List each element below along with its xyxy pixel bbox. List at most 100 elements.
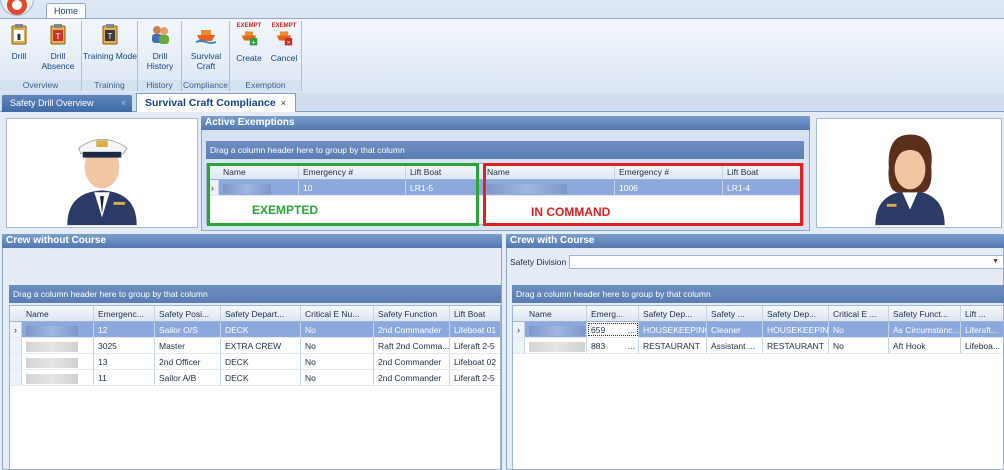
table-row[interactable]: 13 2nd Officer DECK No 2nd Commander Lifeboat… — [10, 354, 500, 370]
svg-text:T: T — [108, 32, 113, 41]
cell-safety-position: Assistant ... — [707, 338, 763, 353]
avatar-panel-left — [6, 118, 198, 228]
ribbon-group-compliance: Survival Craft Compliance — [182, 21, 230, 91]
cell-safety-position: Master — [155, 338, 221, 353]
tab-survival-craft-compliance[interactable]: Survival Craft Compliance × — [136, 93, 296, 112]
training-clipboard-icon: T — [102, 24, 118, 45]
tab-safety-drill-overview[interactable]: Safety Drill Overview × — [2, 95, 132, 112]
cell-safety-function: 2nd Commander — [374, 354, 450, 369]
cell-emergency: 883... — [587, 338, 639, 353]
svg-text:T: T — [56, 32, 61, 41]
in-command-annotation: IN COMMAND — [531, 205, 611, 219]
cell-safety-department: DECK — [221, 354, 301, 369]
cell-name — [22, 354, 94, 369]
captain-avatar-icon — [67, 138, 137, 226]
drill-button[interactable]: ▮ Drill — [4, 23, 34, 61]
col-safety-department[interactable]: Safety Dep... — [639, 306, 707, 321]
cell-safety-department-2: RESTAURANT — [763, 338, 829, 353]
col-lift-boat[interactable]: Lift Boat — [450, 306, 500, 321]
col-safety-position[interactable]: Safety Posi... — [155, 306, 221, 321]
cell-emergency: 12 — [94, 322, 155, 337]
table-row[interactable]: 3025 Master EXTRA CREW No Raft 2nd Comma... L… — [10, 338, 500, 354]
emergency-value: 883 — [591, 341, 606, 351]
col-lift-boat[interactable]: Lift ... — [961, 306, 1003, 321]
training-mode-button[interactable]: T Training Mode — [82, 23, 138, 61]
cell-emergency: 3025 — [94, 338, 155, 353]
cancel-label: Cancel — [270, 53, 298, 63]
redacted-name — [26, 325, 78, 336]
col-safety-position[interactable]: Safety ... — [707, 306, 763, 321]
cell-safety-department: DECK — [221, 322, 301, 337]
col-critical[interactable]: Critical E ... — [829, 306, 889, 321]
drill-absence-clipboard-icon: T — [50, 24, 66, 45]
table-row[interactable]: 883... RESTAURANT Assistant ... RESTAURANT N… — [513, 338, 1003, 354]
group-label-training: Training — [82, 80, 137, 91]
col-name[interactable]: Name — [22, 306, 94, 321]
create-label: Create — [236, 53, 262, 63]
cell-safety-position: 2nd Officer — [155, 354, 221, 369]
cell-critical: No — [301, 370, 374, 385]
cell-lift-boat: Liferaft 2-5 — [454, 373, 495, 383]
col-safety-department-2[interactable]: Safety Dep... — [763, 306, 829, 321]
ribbon-group-training: T Training Mode Training — [82, 21, 138, 91]
redacted-name — [26, 341, 78, 352]
cell-lift-boat: Lifeboat 01 — [454, 325, 497, 335]
chevron-down-icon[interactable]: ▼ — [992, 258, 999, 265]
table-row[interactable]: › 12 Sailor O/S DECK No 2nd Commander Lifeboat… — [10, 322, 500, 338]
cell-safety-position: Cleaner — [707, 322, 763, 337]
col-safety-department[interactable]: Safety Depart... — [221, 306, 301, 321]
cell-safety-department: RESTAURANT — [639, 338, 707, 353]
cell-critical: No — [829, 338, 889, 353]
create-exemption-button[interactable]: EXEMPT + Create — [234, 23, 264, 63]
col-emergency[interactable]: Emerg... — [587, 306, 639, 321]
cancel-exemption-button[interactable]: EXEMPT × Cancel — [268, 23, 300, 63]
safety-division-label: Safety Division — [510, 257, 567, 267]
cell-safety-department: HOUSEKEEPING — [639, 322, 707, 337]
crew-without-grid: Name Emergenc... Safety Posi... Safety D… — [9, 305, 501, 470]
cell-critical: No — [829, 322, 889, 337]
close-icon[interactable]: × — [121, 95, 126, 112]
cell-critical: No — [301, 354, 374, 369]
cell-emergency: 659... — [587, 322, 639, 337]
redacted-name — [26, 373, 78, 384]
col-name[interactable]: Name — [525, 306, 587, 321]
ellipsis-button[interactable]: ... — [628, 338, 635, 353]
cell-safety-function: 2nd Commander — [374, 322, 450, 337]
cell-safety-function: Aft Hook — [889, 338, 961, 353]
survival-craft-label: Survival Craft — [190, 51, 222, 71]
col-critical[interactable]: Critical E Nu... — [301, 306, 374, 321]
crew-without-groupby-hint: Drag a column header here to group by th… — [9, 285, 501, 303]
svg-text:+: + — [251, 38, 255, 47]
row-indicator — [10, 338, 22, 353]
group-label-history: History — [138, 80, 181, 91]
redacted-name — [529, 325, 585, 336]
close-icon[interactable]: × — [281, 98, 286, 108]
application-menu-button[interactable] — [0, 0, 34, 16]
col-safety-function[interactable]: Safety Function — [374, 306, 450, 321]
drill-absence-button[interactable]: T Drill Absence — [38, 23, 78, 71]
drill-history-button[interactable]: Drill History — [138, 23, 182, 71]
col-emergency[interactable]: Emergenc... — [94, 306, 155, 321]
col-safety-function[interactable]: Safety Funct... — [889, 306, 961, 321]
training-mode-label: Training Mode — [82, 51, 138, 61]
document-tab-strip: Safety Drill Overview × Survival Craft C… — [0, 93, 1004, 112]
exempted-highlight-box — [207, 163, 479, 226]
cell-safety-position: Sailor O/S — [155, 322, 221, 337]
row-indicator-icon: › — [513, 322, 525, 337]
safety-division-select[interactable]: ▼ — [569, 255, 1004, 269]
tab-overview-label: Safety Drill Overview — [10, 98, 94, 108]
people-history-icon — [152, 26, 169, 44]
table-row[interactable]: › 659... HOUSEKEEPING Cleaner HOUSEKEEPING No… — [513, 322, 1003, 338]
svg-text:▮: ▮ — [17, 32, 21, 41]
cell-safety-position: Sailor A/B — [155, 370, 221, 385]
drill-clipboard-icon: ▮ — [11, 24, 27, 45]
lifebuoy-icon — [7, 0, 27, 15]
cell-safety-department: EXTRA CREW — [221, 338, 301, 353]
crew-without-course-title: Crew without Course — [2, 234, 502, 248]
table-row[interactable]: 11 Sailor A/B DECK No 2nd Commander Liferaft … — [10, 370, 500, 386]
ribbon-tab-home[interactable]: Home — [46, 3, 86, 19]
ribbon-group-overview: ▮ Drill T Drill Absence Overview — [0, 21, 82, 91]
crew-with-grid-header: Name Emerg... Safety Dep... Safety ... S… — [513, 306, 1003, 322]
survival-craft-button[interactable]: Survival Craft — [182, 23, 230, 71]
ellipsis-button[interactable]: ... — [628, 322, 635, 337]
